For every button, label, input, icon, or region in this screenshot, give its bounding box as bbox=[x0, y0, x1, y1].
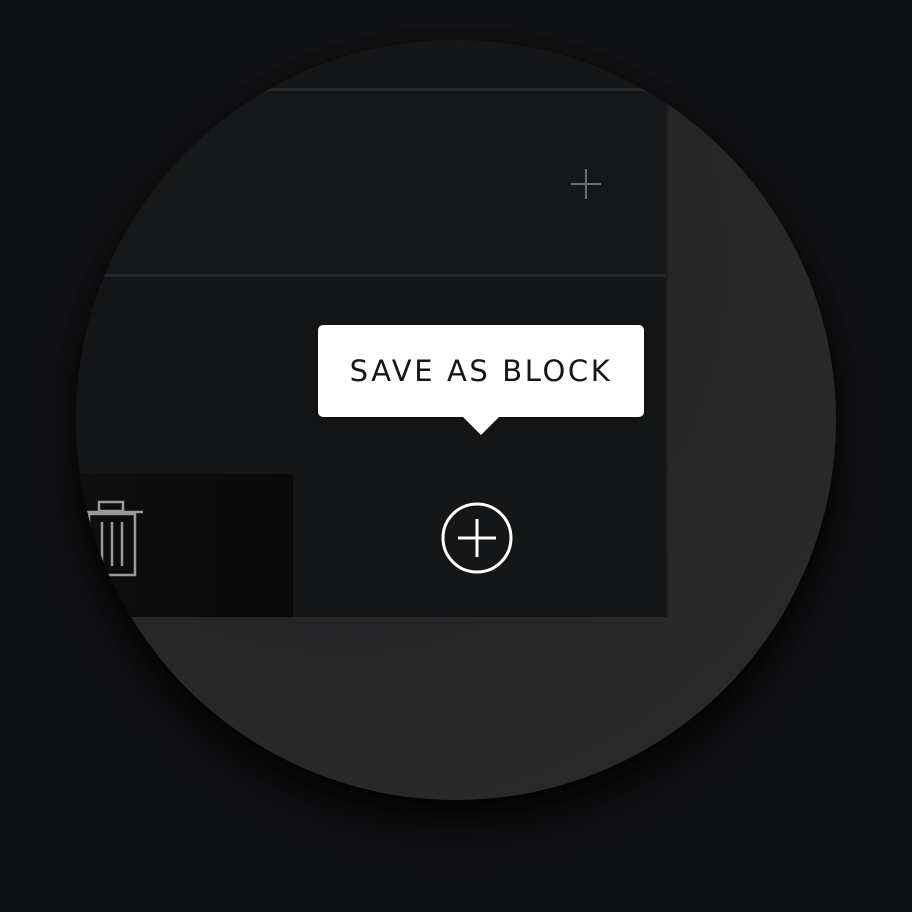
trash-icon[interactable] bbox=[80, 500, 146, 580]
circle-plus-icon bbox=[441, 502, 513, 574]
zoom-stage: SAVE AS BLOCK bbox=[0, 0, 912, 912]
plus-icon[interactable] bbox=[569, 167, 603, 201]
save-as-block-button[interactable] bbox=[440, 501, 514, 575]
plus-icon bbox=[571, 169, 601, 199]
tooltip-label: SAVE AS BLOCK bbox=[349, 354, 613, 388]
save-as-block-tooltip: SAVE AS BLOCK bbox=[318, 325, 644, 435]
tooltip-arrow bbox=[463, 417, 499, 435]
panel-edge bbox=[666, 40, 668, 617]
magnifier-lens: SAVE AS BLOCK bbox=[76, 40, 836, 800]
trash-icon bbox=[82, 500, 143, 577]
